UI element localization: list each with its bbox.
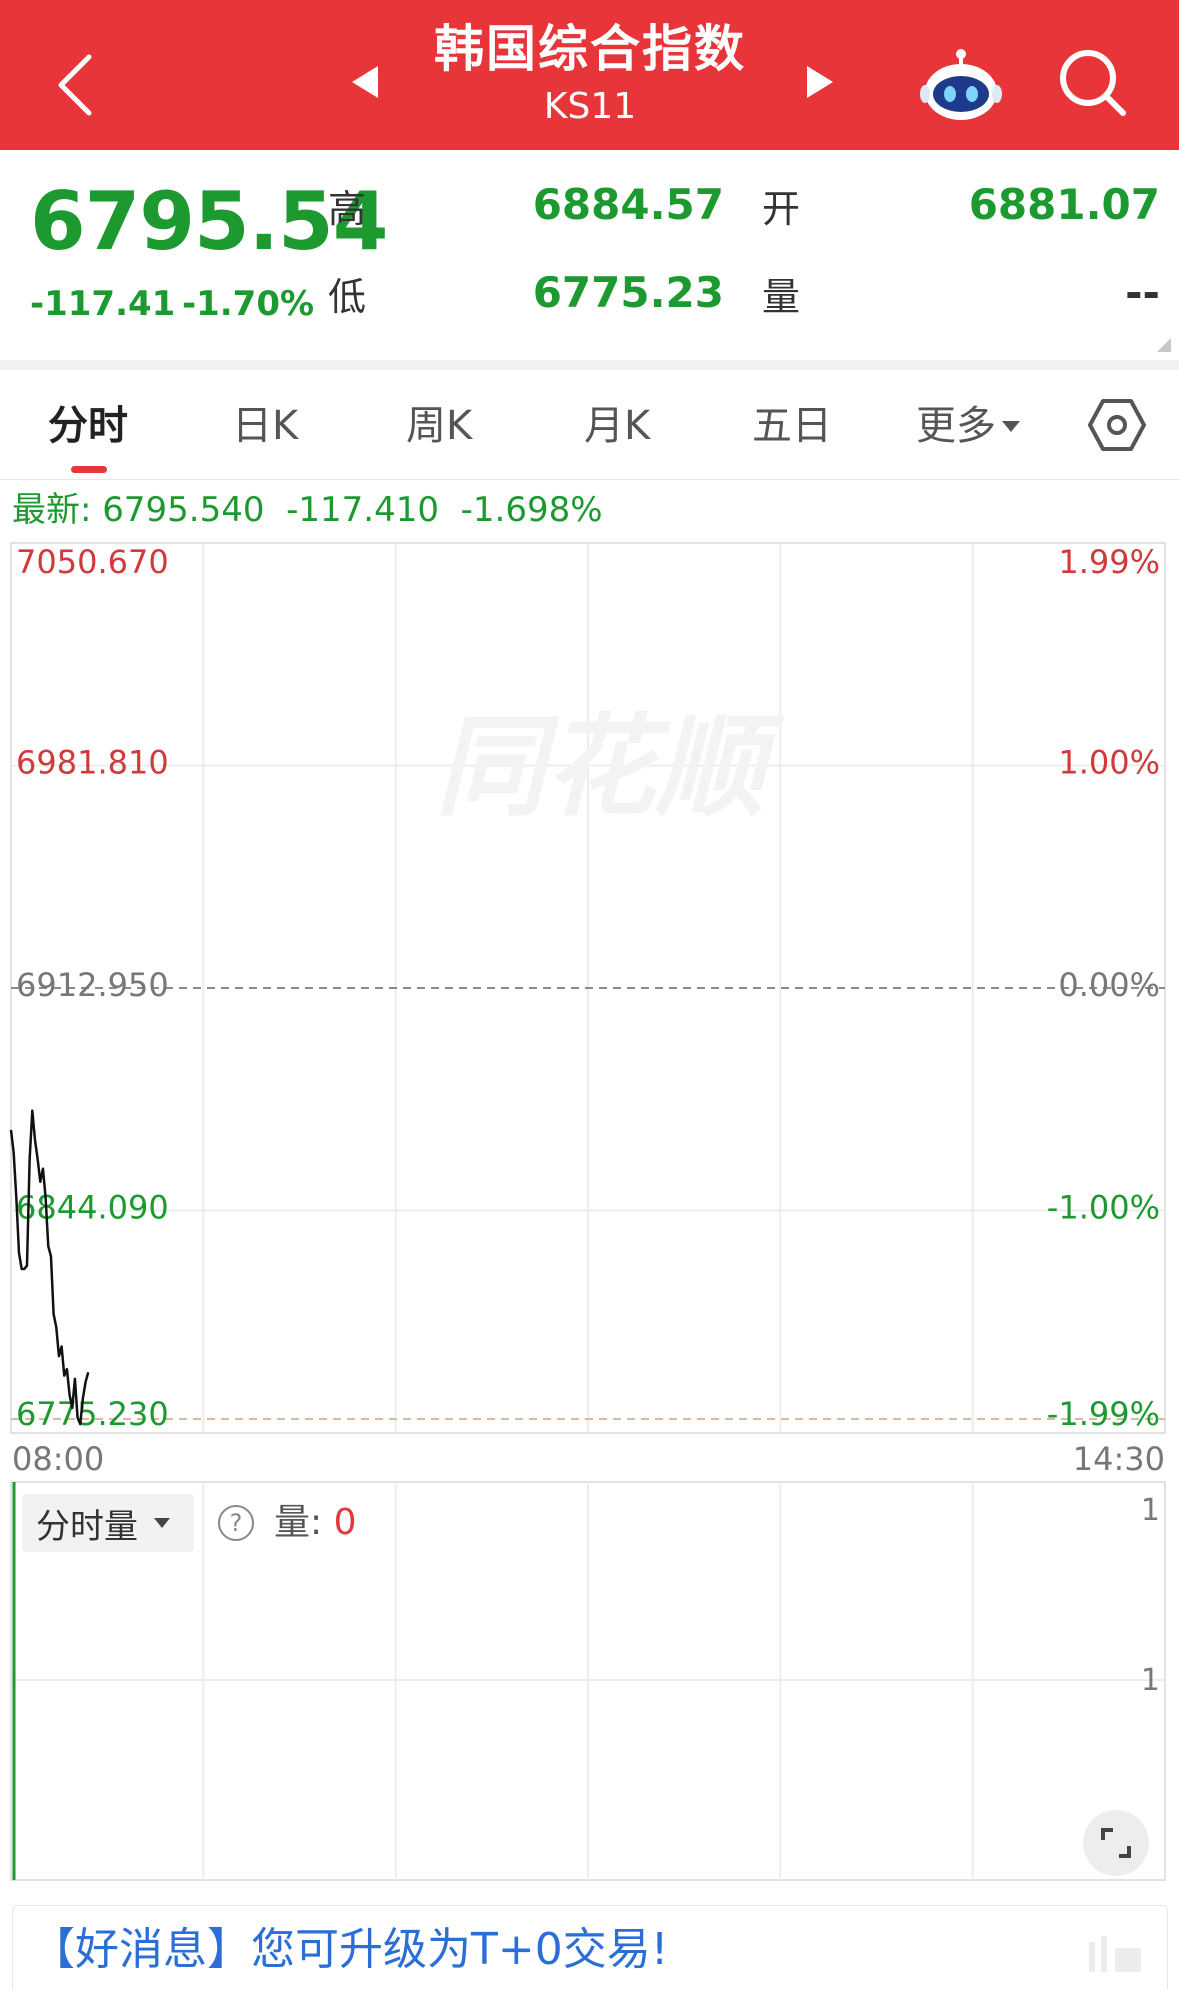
chart-settings-button[interactable] (1088, 396, 1146, 454)
latest-change-percent: -1.698% (460, 490, 603, 530)
volume-readout-label: 量: (274, 1502, 323, 1543)
latest-change: -117.410 (286, 490, 440, 530)
open-label: 开 (762, 187, 801, 231)
tab-intraday[interactable]: 分时 (48, 398, 128, 454)
tab-weekly-k[interactable]: 周K (406, 398, 472, 454)
assistant-button[interactable] (918, 40, 1004, 126)
x-axis-start-label: 08:00 (12, 1440, 104, 1478)
price-series-line (9, 1109, 90, 1426)
quote-panel: 6795.54 -117.41 -1.70% 高 6884.57 低 6775.… (0, 150, 1179, 360)
banner-decoration-icon (1089, 1936, 1141, 1972)
y-axis-percent-label: 1.00% (1058, 744, 1160, 782)
y-axis-percent-label: -1.00% (1047, 1189, 1160, 1227)
back-button[interactable] (40, 40, 110, 130)
y-axis-tick-label: 7050.670 (16, 543, 169, 581)
y-axis-percent-label: -1.99% (1047, 1395, 1160, 1433)
active-tab-indicator (71, 466, 107, 473)
volume-axis-top-label: 1 (1141, 1493, 1160, 1528)
index-code: KS11 (543, 86, 637, 127)
intraday-price-chart[interactable]: 同花顺 7050.670 6981.810 6912.950 6844.090 6775.… (0, 540, 1179, 1480)
search-button[interactable] (1055, 45, 1131, 121)
question-circle-icon[interactable]: ? (218, 1505, 254, 1541)
volume-indicator-selector[interactable]: 分时量 (22, 1494, 194, 1552)
next-index-button[interactable] (800, 60, 840, 104)
page-title: 韩国综合指数 (434, 20, 746, 78)
y-axis-tick-label: 6912.950 (16, 966, 169, 1004)
x-axis-end-label: 14:30 (1073, 1440, 1165, 1478)
latest-label: 最新: (12, 490, 92, 530)
latest-price: 6795.540 (102, 490, 265, 530)
high-label: 高 (328, 187, 367, 231)
previous-index-button[interactable] (345, 60, 385, 104)
settings-hexagon-icon (1088, 399, 1146, 451)
title-bar: 韩国综合指数 KS11 (0, 0, 1179, 150)
chevron-left-icon (58, 54, 92, 116)
open-value: 6881.07 (968, 180, 1160, 229)
low-label: 低 (328, 275, 367, 319)
triangle-left-icon (352, 66, 378, 98)
promo-banner-text: 【好消息】您可升级为T+0交易! (31, 1924, 669, 1975)
fullscreen-button[interactable] (1083, 1810, 1149, 1876)
tab-five-day[interactable]: 五日 (752, 398, 832, 454)
y-axis-tick-label: 6844.090 (16, 1189, 169, 1227)
search-icon (1060, 50, 1126, 116)
tab-more[interactable]: 更多 (916, 398, 1020, 454)
y-axis-percent-label: 0.00% (1058, 966, 1160, 1004)
volume-selector-label: 分时量 (36, 1506, 138, 1547)
high-value: 6884.57 (532, 180, 724, 229)
price-change: -117.41 (30, 284, 176, 324)
volume-readout-value: 0 (333, 1502, 357, 1543)
volume-label: 量 (762, 275, 801, 319)
y-axis-percent-label: 1.99% (1058, 543, 1160, 581)
section-divider (0, 360, 1179, 370)
latest-quote-line: 最新: 6795.540 -117.410 -1.698% (12, 485, 603, 535)
low-value: 6775.23 (532, 268, 724, 317)
chart-period-tabs: 分时 日K 周K 月K 五日 更多 (0, 370, 1179, 480)
tab-more-label: 更多 (916, 403, 996, 449)
promo-banner[interactable]: 【好消息】您可升级为T+0交易! (12, 1905, 1168, 1990)
expand-icon (1101, 1828, 1131, 1858)
caret-down-icon (154, 1518, 170, 1528)
volume-readout: 量: 0 (274, 1498, 357, 1548)
price-change-percent: -1.70% (182, 284, 315, 324)
tab-daily-k[interactable]: 日K (232, 398, 298, 454)
title-block: 韩国综合指数 KS11 (390, 14, 790, 130)
caret-down-icon (1002, 420, 1020, 432)
robot-icon (920, 49, 1002, 120)
triangle-right-icon (807, 66, 833, 98)
volume-axis-mid-label: 1 (1141, 1663, 1160, 1698)
y-axis-tick-label: 6775.230 (16, 1395, 169, 1433)
volume-value: -- (1125, 268, 1160, 317)
tab-monthly-k[interactable]: 月K (584, 398, 650, 454)
expand-corner-icon[interactable] (1157, 338, 1171, 352)
y-axis-tick-label: 6981.810 (16, 744, 169, 782)
watermark-text: 同花顺 (435, 703, 785, 831)
